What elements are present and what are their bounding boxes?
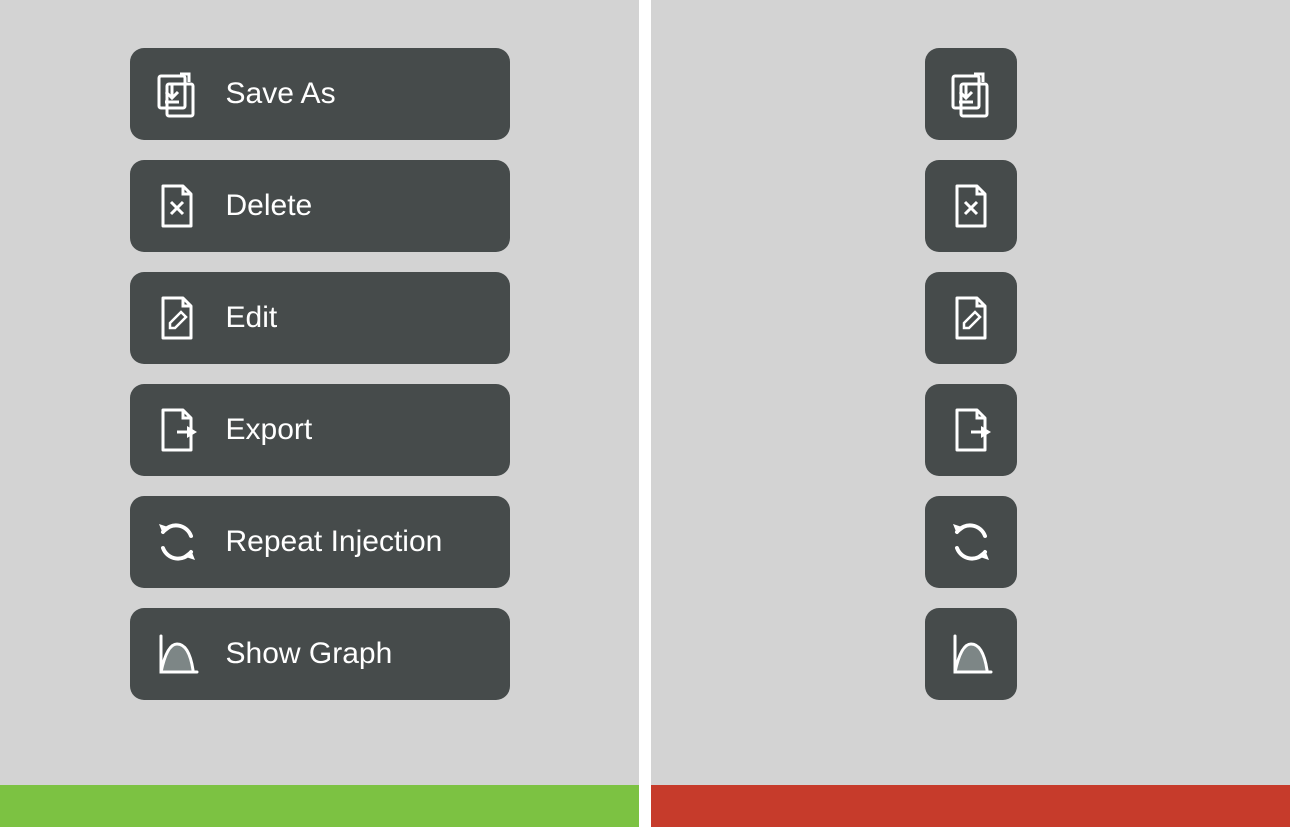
edit-icon [152,293,202,343]
delete-icon [946,181,996,231]
left-footer-bar [0,785,639,827]
repeat-icon [946,517,996,567]
export-button[interactable]: Export [130,384,510,476]
edit-icon [946,293,996,343]
repeat-icon [152,517,202,567]
export-icon [946,405,996,455]
right-footer-bar [651,785,1290,827]
delete-button[interactable]: Delete [130,160,510,252]
left-panel: Save As Delete Edit Export [0,0,639,827]
comparison-stage: Save As Delete Edit Export [0,0,1290,827]
delete-icon [152,181,202,231]
graph-icon [152,629,202,679]
left-button-column: Save As Delete Edit Export [130,48,510,700]
repeat-injection-icon-button[interactable] [925,496,1017,588]
graph-icon [946,629,996,679]
right-panel [651,0,1290,827]
save-as-button[interactable]: Save As [130,48,510,140]
export-icon-button[interactable] [925,384,1017,476]
save-as-icon [152,69,202,119]
save-as-icon-button[interactable] [925,48,1017,140]
edit-button[interactable]: Edit [130,272,510,364]
repeat-injection-label: Repeat Injection [226,525,443,559]
edit-label: Edit [226,301,278,335]
show-graph-label: Show Graph [226,637,393,671]
delete-label: Delete [226,189,313,223]
edit-icon-button[interactable] [925,272,1017,364]
export-icon [152,405,202,455]
delete-icon-button[interactable] [925,160,1017,252]
export-label: Export [226,413,313,447]
show-graph-icon-button[interactable] [925,608,1017,700]
save-as-icon [946,69,996,119]
show-graph-button[interactable]: Show Graph [130,608,510,700]
right-button-column [925,48,1017,700]
save-as-label: Save As [226,77,336,111]
repeat-injection-button[interactable]: Repeat Injection [130,496,510,588]
